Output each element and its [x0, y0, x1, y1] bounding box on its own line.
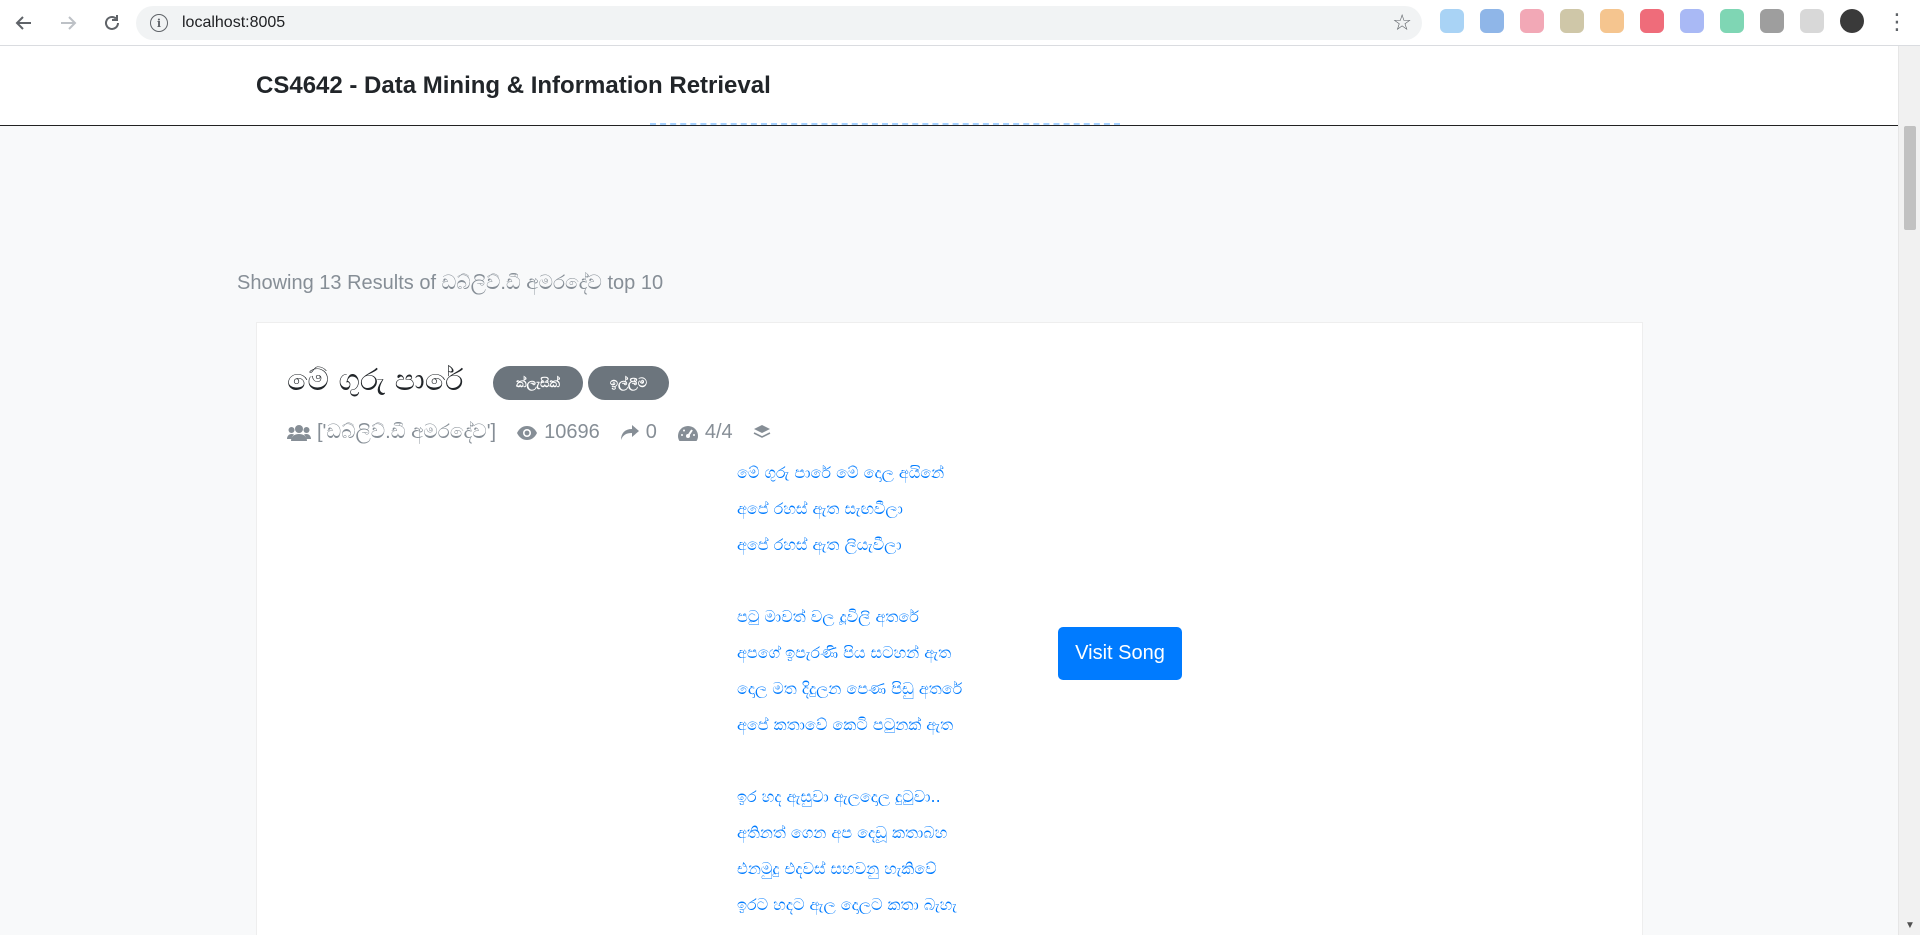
views-count: 10696 [544, 421, 600, 443]
views-meta: 10696 [516, 421, 600, 444]
extension-icon[interactable] [1440, 9, 1464, 33]
address-bar[interactable]: i localhost:8005 ☆ [136, 6, 1422, 40]
extension-icon[interactable] [1600, 9, 1624, 33]
lyric-line: එනමුදු එදවස් සහවනු හැකිවේ [737, 859, 937, 878]
extensions-bar [1440, 9, 1880, 33]
reload-icon [105, 14, 119, 30]
genre-badge: ක්ලැසික් [493, 366, 583, 400]
extension-icon[interactable] [1720, 9, 1744, 33]
url-text: localhost:8005 [182, 14, 286, 31]
song-lyrics: මේ ගුරු පාරේ මේ දොල අයිනේ අපේ රහස් ඇත සැඟ… [737, 455, 1057, 923]
scroll-thumb[interactable] [1904, 126, 1916, 230]
visit-song-button[interactable]: Visit Song [1058, 627, 1182, 680]
forward-button[interactable] [48, 3, 88, 43]
lyric-line: පටු මාවත් වල දූවිලි අතරේ [737, 607, 919, 626]
back-button[interactable] [4, 3, 44, 43]
song-title: මේ ගුරු පාරේ [287, 363, 464, 398]
tag-badge: ඉල්ලීම [588, 366, 669, 400]
app-navbar: CS4642 - Data Mining & Information Retri… [0, 46, 1898, 126]
back-arrow-icon [15, 15, 31, 30]
lyric-stanza-gap [737, 743, 1057, 779]
extension-icon[interactable] [1640, 9, 1664, 33]
rating-meta: 4/4 [677, 421, 733, 444]
forward-arrow-icon [61, 15, 77, 30]
site-info-icon[interactable]: i [150, 14, 168, 32]
lyric-line: අපගේ ඉපැරණි පිය සටහන් ඇත [737, 643, 952, 662]
artists-text: ['ඩබ්ලිව්.ඩී අමරදේව'] [317, 421, 497, 443]
bookmark-star-icon[interactable]: ☆ [1392, 10, 1412, 36]
lyric-line: අපේ රහස් ඇත සැඟවීලා [737, 499, 903, 518]
profile-avatar[interactable] [1840, 9, 1864, 33]
browser-menu-icon[interactable]: ⋮ [1886, 8, 1908, 36]
results-count-text: Showing 13 Results of ඩබ්ලිව්.ඩී අමරදේව … [237, 272, 664, 294]
extension-icon[interactable] [1760, 9, 1784, 33]
users-icon [287, 424, 311, 441]
extension-icon[interactable] [1680, 9, 1704, 33]
shares-count: 0 [645, 421, 657, 443]
lyric-line: ඉරට හදට ඇල දොලට කතා බැහැ [737, 895, 957, 914]
lyric-line: අතිනත් ගෙන අප දෙඩූ කතාබහ [737, 823, 948, 842]
song-meta-row: ['ඩබ්ලිව්.ඩී අමරදේව'] 10696 0 4/4 [287, 421, 797, 444]
layers-icon [753, 424, 771, 438]
extension-icon[interactable] [1520, 9, 1544, 33]
eye-icon [517, 425, 538, 440]
share-icon [620, 424, 639, 440]
extension-icon[interactable] [1480, 9, 1504, 33]
extension-icon[interactable] [1560, 9, 1584, 33]
search-bar-remnant [650, 123, 1120, 125]
shares-meta: 0 [620, 421, 657, 444]
lyric-line: දොල මත දිදුලන පෙණ පිඩු අතරේ [737, 679, 963, 698]
lyric-stanza-gap [737, 563, 1057, 599]
artists-meta: ['ඩබ්ලිව්.ඩී අමරදේව'] [287, 421, 496, 444]
navbar-brand[interactable]: CS4642 - Data Mining & Information Retri… [256, 72, 771, 100]
reload-button[interactable] [92, 3, 132, 43]
browser-toolbar: i localhost:8005 ☆ ⋮ [0, 0, 1920, 46]
song-result-card: මේ ගුරු පාරේ ක්ලැසික් ඉල්ලීම ['ඩබ්ලිව්.ඩ… [256, 322, 1643, 935]
lyric-line: මේ ගුරු පාරේ මේ දොල අයිනේ [737, 463, 945, 482]
layers-meta [753, 424, 777, 442]
lyric-line: අපේ කතාවේ කෙටි පටුනක් ඇත [737, 715, 954, 734]
lyric-line: ඉර හද ඇසුවා ඇලදොල දුටුවා.. [737, 787, 941, 806]
rating-text: 4/4 [704, 421, 733, 443]
scroll-down-arrow-icon[interactable]: ▼ [1905, 920, 1915, 931]
extension-icon[interactable] [1800, 9, 1824, 33]
lyric-line: අපේ රහස් ඇත ලියැවීලා [737, 535, 902, 554]
page-scrollbar[interactable]: ▲ ▼ [1898, 46, 1920, 935]
tachometer-icon [677, 425, 698, 441]
